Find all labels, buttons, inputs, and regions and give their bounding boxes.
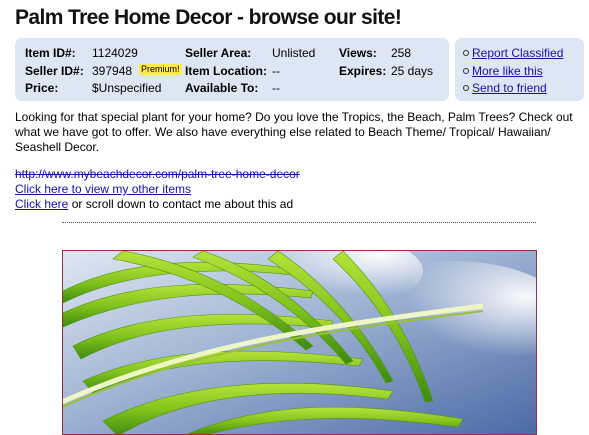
other-items-link[interactable]: Click here to view my other items [15, 182, 191, 196]
circle-bullet-icon [463, 85, 469, 91]
item-id-label: Item ID#: [25, 46, 76, 60]
report-classified-link[interactable]: Report Classified [472, 46, 563, 60]
section-divider [62, 222, 536, 223]
circle-bullet-icon [463, 50, 469, 56]
seller-area-label: Seller Area: [185, 46, 252, 60]
circle-bullet-icon [463, 68, 469, 74]
send-to-friend-link[interactable]: Send to friend [472, 81, 547, 95]
send-to-friend-item: Send to friend [463, 81, 547, 95]
click-here-link[interactable]: Click here [15, 197, 68, 211]
item-location-value: -- [272, 64, 280, 78]
premium-badge: Premium! [139, 64, 182, 75]
contact-line: Click here or scroll down to contact me … [15, 197, 293, 211]
item-details-panel: Item ID#: 1124029 Seller ID#: 397948 Pre… [15, 38, 449, 101]
available-to-value: -- [272, 81, 280, 95]
item-location-label: Item Location: [185, 64, 268, 78]
palm-leaf-photo [62, 250, 537, 435]
more-like-this-link[interactable]: More like this [472, 64, 543, 78]
website-link[interactable]: http://www.mybeachdecor.com/palm-tree-ho… [15, 167, 300, 181]
seller-id-label: Seller ID#: [25, 64, 84, 78]
price-label: Price: [25, 81, 59, 95]
seller-area-value: Unlisted [272, 46, 316, 60]
website-line: http://www.mybeachdecor.com/palm-tree-ho… [15, 167, 300, 181]
palm-leaf-image [63, 251, 536, 434]
ad-description: Looking for that special plant for your … [15, 110, 573, 154]
more-like-this-item: More like this [463, 64, 543, 78]
seller-id-value: 397948 [92, 64, 133, 78]
other-items-line: Click here to view my other items [15, 182, 191, 196]
expires-label: Expires: [339, 64, 387, 78]
price-value: $Unspecified [92, 81, 162, 95]
views-value: 258 [391, 46, 412, 60]
contact-text: or scroll down to contact me about this … [68, 197, 294, 211]
item-id-value: 1124029 [92, 46, 138, 60]
views-label: Views: [339, 46, 377, 60]
page-title: Palm Tree Home Decor - browse our site! [15, 6, 402, 29]
expires-value: 25 days [391, 64, 434, 78]
report-classified-item: Report Classified [463, 46, 563, 60]
available-to-label: Available To: [185, 81, 259, 95]
ad-actions-panel: Report Classified More like this Send to… [455, 38, 584, 101]
